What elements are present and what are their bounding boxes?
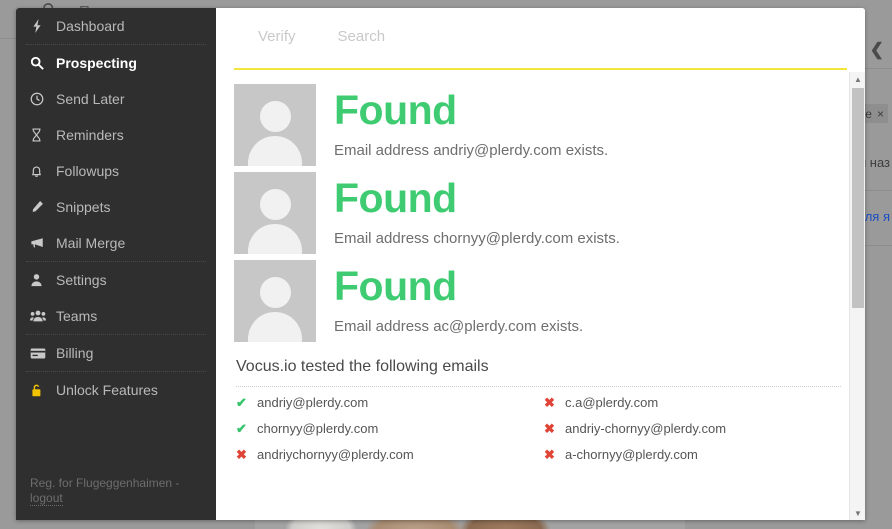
tested-emails-title: Vocus.io tested the following emails <box>236 358 489 375</box>
tested-email-address: andriy-chornyy@plerdy.com <box>565 421 727 436</box>
cross-icon: ✖ <box>236 447 247 462</box>
sidebar-item-label: Snippets <box>56 199 111 215</box>
scrollbar-thumb[interactable] <box>852 88 864 308</box>
sidebar-item-snippets[interactable]: Snippets <box>16 189 216 225</box>
vertical-scrollbar[interactable]: ▲ ▼ <box>849 72 865 520</box>
cross-icon: ✖ <box>544 421 555 436</box>
tested-emails-grid: ✔ andriy@plerdy.com ✖ c.a@plerdy.com ✔ c… <box>234 395 841 462</box>
result-item: Found Email address andriy@plerdy.com ex… <box>234 84 841 166</box>
main-content: Verify Search Found Email address andriy… <box>216 8 865 520</box>
sidebar-item-prospecting[interactable]: Prospecting <box>16 45 216 81</box>
sidebar-item-label: Followups <box>56 163 120 179</box>
sidebar-item-dashboard[interactable]: Dashboard <box>16 8 216 44</box>
result-item: Found Email address ac@plerdy.com exists… <box>234 260 841 342</box>
tested-email-address: a-chornyy@plerdy.com <box>565 447 698 462</box>
sidebar-footer: Reg. for Flugeggenhaimen - logout <box>30 476 206 506</box>
sidebar-item-reminders[interactable]: Reminders <box>16 117 216 153</box>
sidebar-item-mail-merge[interactable]: Mail Merge <box>16 225 216 261</box>
sidebar-item-label: Unlock Features <box>56 382 158 398</box>
tested-email-item: ✖ c.a@plerdy.com <box>544 395 841 410</box>
tested-email-address: andriy@plerdy.com <box>257 395 369 410</box>
tested-email-item: ✔ chornyy@plerdy.com <box>236 421 544 436</box>
backdrop-chip[interactable]: е × <box>862 104 888 123</box>
tab-verify[interactable]: Verify <box>258 28 296 49</box>
result-status: Found <box>334 263 457 309</box>
sidebar-item-label: Prospecting <box>56 55 137 71</box>
tested-divider <box>236 386 841 387</box>
screen-root: Поиск в почте ▼ ❮ е × я наз для я Dashbo… <box>0 0 892 529</box>
users-icon <box>30 309 56 323</box>
tested-email-item: ✖ andriy-chornyy@plerdy.com <box>544 421 841 436</box>
bullhorn-icon <box>30 236 56 250</box>
chevron-left-icon[interactable]: ❮ <box>870 40 884 60</box>
credit-card-icon <box>30 347 56 360</box>
sidebar-item-label: Mail Merge <box>56 235 126 251</box>
tested-email-address: chornyy@plerdy.com <box>257 421 379 436</box>
hourglass-icon <box>30 128 56 142</box>
sidebar-item-label: Dashboard <box>56 18 125 34</box>
check-icon: ✔ <box>236 421 247 436</box>
avatar <box>234 172 316 254</box>
check-icon: ✔ <box>236 395 247 410</box>
tab-search[interactable]: Search <box>338 28 386 49</box>
unlock-icon <box>30 383 56 398</box>
tested-email-item: ✖ a-chornyy@plerdy.com <box>544 447 841 462</box>
result-description: Email address andriy@plerdy.com exists. <box>334 142 609 159</box>
tested-email-address: c.a@plerdy.com <box>565 395 659 410</box>
avatar <box>234 260 316 342</box>
pencil-icon <box>30 200 56 214</box>
vocus-panel: Dashboard Prospecting Send Later Reminde… <box>16 8 865 520</box>
sidebar-item-send-later[interactable]: Send Later <box>16 81 216 117</box>
close-icon[interactable]: × <box>877 107 884 121</box>
sidebar-item-label: Billing <box>56 345 94 361</box>
tested-email-address: andriychornyy@plerdy.com <box>257 447 414 462</box>
result-item: Found Email address chornyy@plerdy.com e… <box>234 172 841 254</box>
bell-icon <box>30 164 56 179</box>
registration-text: Reg. for Flugeggenhaimen - <box>30 476 180 490</box>
tested-email-item: ✔ andriy@plerdy.com <box>236 395 544 410</box>
cross-icon: ✖ <box>544 447 555 462</box>
sidebar-item-settings[interactable]: Settings <box>16 262 216 298</box>
result-description: Email address chornyy@plerdy.com exists. <box>334 230 620 247</box>
sidebar: Dashboard Prospecting Send Later Reminde… <box>16 8 216 520</box>
sidebar-item-label: Teams <box>56 308 98 324</box>
scroll-up-arrow[interactable]: ▲ <box>850 72 865 86</box>
user-icon <box>30 273 56 287</box>
sidebar-item-unlock-features[interactable]: Unlock Features <box>16 372 216 408</box>
sidebar-item-teams[interactable]: Teams <box>16 298 216 334</box>
sidebar-item-followups[interactable]: Followups <box>16 153 216 189</box>
result-description: Email address ac@plerdy.com exists. <box>334 318 584 335</box>
cross-icon: ✖ <box>544 395 555 410</box>
sidebar-item-label: Reminders <box>56 127 124 143</box>
tested-email-item: ✖ andriychornyy@plerdy.com <box>236 447 544 462</box>
search-icon <box>30 56 56 70</box>
sidebar-item-billing[interactable]: Billing <box>16 335 216 371</box>
verification-results: Found Email address andriy@plerdy.com ex… <box>216 70 865 462</box>
backdrop-divider-left <box>0 38 16 39</box>
sidebar-item-label: Settings <box>56 272 107 288</box>
sidebar-item-label: Send Later <box>56 91 125 107</box>
result-status: Found <box>334 175 457 221</box>
clock-icon <box>30 92 56 106</box>
tab-bar: Verify Search <box>234 8 847 70</box>
result-status: Found <box>334 87 457 133</box>
backdrop-chip-label: е <box>865 106 872 121</box>
scroll-down-arrow[interactable]: ▼ <box>850 506 865 520</box>
logout-link[interactable]: logout <box>30 491 63 506</box>
bolt-icon <box>30 19 56 33</box>
avatar <box>234 84 316 166</box>
